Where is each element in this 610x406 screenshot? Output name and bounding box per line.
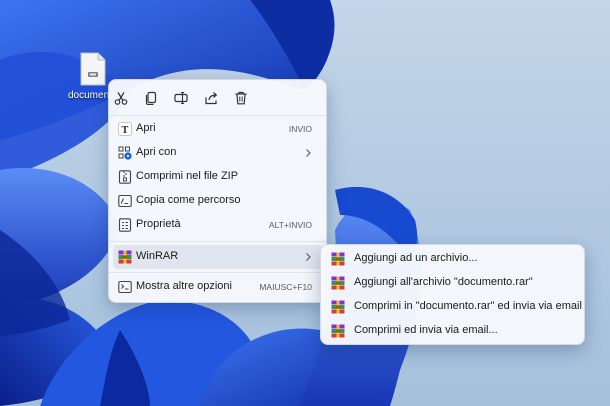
- cut-icon: [114, 92, 128, 105]
- properties-icon: [118, 218, 132, 232]
- open-icon: T: [118, 122, 132, 136]
- copy-path-icon: [118, 194, 132, 208]
- submenu-item-comprimi-invia-email[interactable]: Comprimi ed invia via email...: [325, 319, 580, 343]
- menu-item-label: Apri: [136, 122, 156, 134]
- winrar-icon: [331, 324, 345, 338]
- menu-separator: [109, 241, 326, 242]
- menu-item-comprimi-zip[interactable]: Comprimi nel file ZIP: [113, 165, 322, 189]
- menu-item-label: Comprimi nel file ZIP: [136, 170, 239, 182]
- submenu-item-label: Aggiungi all'archivio "documento.rar": [354, 276, 533, 288]
- svg-text:T: T: [122, 125, 129, 136]
- submenu-item-aggiungi-archivio[interactable]: Aggiungi ad un archivio...: [325, 247, 580, 271]
- copy-icon: [145, 91, 157, 105]
- menu-item-shortcut: MAIUSC+F10: [259, 282, 312, 292]
- menu-item-mostra-altre-opzioni[interactable]: Mostra altre opzioni MAIUSC+F10: [113, 275, 322, 299]
- menu-item-label: Apri con: [136, 146, 177, 158]
- rename-icon: [174, 91, 188, 105]
- menu-separator: [109, 115, 326, 116]
- delete-button[interactable]: [231, 88, 251, 108]
- open-with-icon: [118, 146, 132, 160]
- menu-item-proprieta[interactable]: Proprietà ALT+INVIO: [113, 213, 322, 237]
- menu-item-shortcut: INVIO: [288, 124, 312, 134]
- menu-item-copia-percorso[interactable]: Copia come percorso: [113, 189, 322, 213]
- rename-button[interactable]: [171, 88, 191, 108]
- share-button[interactable]: [201, 88, 221, 108]
- delete-icon: [235, 91, 247, 105]
- winrar-icon: [331, 252, 345, 266]
- winrar-icon: [118, 250, 132, 264]
- cut-button[interactable]: [111, 88, 131, 108]
- winrar-icon: [331, 300, 345, 314]
- chevron-right-icon: [306, 149, 311, 157]
- menu-item-label: Proprietà: [136, 218, 181, 230]
- submenu-item-comprimi-invia-documento[interactable]: Comprimi in "documento.rar" ed invia via…: [325, 295, 582, 319]
- zip-icon: [118, 170, 132, 184]
- menu-item-apri-con[interactable]: Apri con: [113, 141, 322, 165]
- menu-item-label: Mostra altre opzioni: [136, 280, 232, 292]
- submenu-item-label: Aggiungi ad un archivio...: [354, 252, 478, 264]
- quick-actions-bar: [109, 80, 326, 114]
- submenu-item-label: Comprimi in "documento.rar" ed invia via…: [354, 300, 582, 312]
- menu-item-winrar[interactable]: WinRAR: [113, 245, 322, 269]
- submenu-item-aggiungi-documento-rar[interactable]: Aggiungi all'archivio "documento.rar": [325, 271, 580, 295]
- more-options-icon: [118, 280, 132, 294]
- menu-item-label: Copia come percorso: [136, 194, 241, 206]
- context-menu: T Apri INVIO Apri con Comprimi nel file …: [108, 79, 327, 303]
- menu-item-apri[interactable]: T Apri INVIO: [113, 117, 322, 141]
- rar-file-icon: [80, 52, 106, 86]
- menu-item-shortcut: ALT+INVIO: [268, 220, 312, 230]
- share-icon: [205, 92, 218, 105]
- winrar-submenu: Aggiungi ad un archivio... Aggiungi all'…: [320, 244, 585, 345]
- submenu-item-label: Comprimi ed invia via email...: [354, 324, 498, 336]
- copy-button[interactable]: [141, 88, 161, 108]
- menu-separator: [109, 272, 326, 273]
- menu-item-label: WinRAR: [136, 250, 179, 262]
- chevron-right-icon: [306, 253, 311, 261]
- winrar-icon: [331, 276, 345, 290]
